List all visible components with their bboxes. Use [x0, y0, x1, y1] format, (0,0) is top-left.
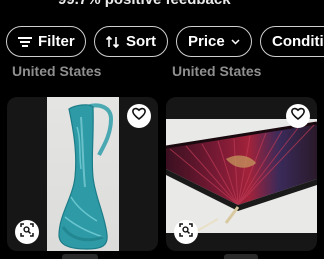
- listing-image-fan[interactable]: [166, 119, 317, 233]
- sort-button[interactable]: Sort: [94, 26, 168, 57]
- listing-price-stub: [62, 254, 98, 259]
- price-filter-button[interactable]: Price: [176, 26, 252, 57]
- visual-search-button[interactable]: [15, 220, 39, 244]
- heart-icon: [132, 107, 146, 125]
- camera-search-icon: [179, 222, 193, 242]
- sort-arrows-icon: [106, 35, 120, 48]
- condition-filter-button[interactable]: Conditio: [260, 26, 324, 57]
- heart-icon: [291, 107, 305, 125]
- chevron-down-icon: [231, 38, 240, 45]
- listing-image-vase[interactable]: [47, 97, 119, 251]
- listing-location: United States: [172, 63, 262, 79]
- condition-label: Conditio: [272, 33, 324, 50]
- add-to-watchlist-button[interactable]: [127, 104, 151, 128]
- seller-feedback-text: 99.7% positive feedback: [58, 0, 231, 8]
- listing-card-fan[interactable]: [166, 97, 317, 251]
- filter-chip-row: Filter Sort Price Conditio: [6, 26, 324, 57]
- listing-price-stub: [224, 254, 258, 259]
- add-to-watchlist-button[interactable]: [286, 104, 310, 128]
- search-results-screen: 99.7% positive feedback Filter Sort: [0, 0, 324, 259]
- filter-button[interactable]: Filter: [6, 26, 86, 57]
- listing-card-vase[interactable]: [7, 97, 158, 251]
- filter-label: Filter: [38, 33, 75, 50]
- sort-label: Sort: [126, 33, 156, 50]
- camera-search-icon: [20, 222, 34, 242]
- listing-location: United States: [12, 63, 102, 79]
- price-label: Price: [188, 33, 225, 50]
- visual-search-button[interactable]: [174, 220, 198, 244]
- filter-lines-icon: [18, 36, 32, 48]
